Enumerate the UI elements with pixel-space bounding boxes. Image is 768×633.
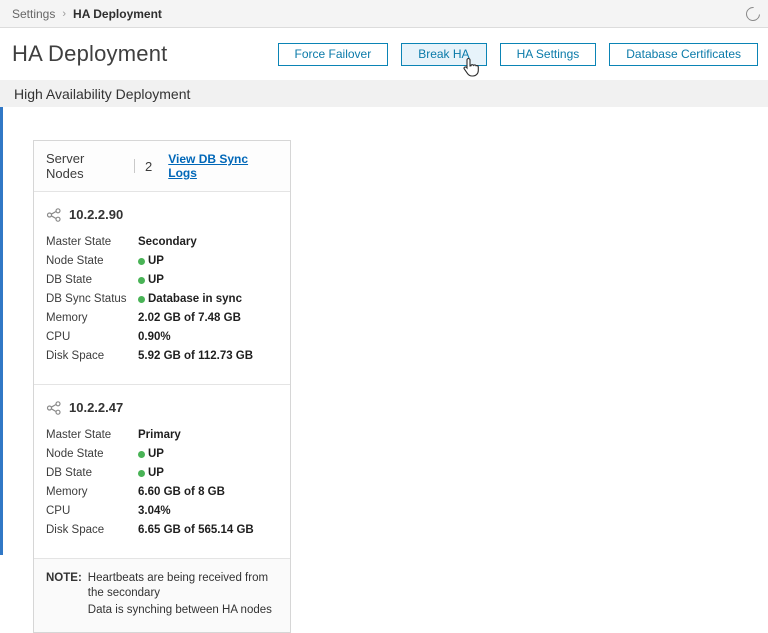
status-up-dot-icon (138, 276, 145, 284)
note-line: Data is synching between HA nodes (87, 604, 272, 616)
note-panel: NOTE: Heartbeats are being received from… (34, 558, 290, 632)
stat-row: Memory 2.02 GB of 7.48 GB (46, 311, 278, 325)
stat-label: DB State (46, 274, 93, 286)
card-header: Server Nodes 2 View DB Sync Logs (34, 141, 290, 192)
stat-row: Master State Secondary (46, 235, 278, 249)
force-failover-button[interactable]: Force Failover (277, 42, 389, 66)
stat-label: Memory (46, 486, 88, 498)
stat-value: 6.60 GB of 8 GB (138, 486, 225, 498)
database-certificates-button[interactable]: Database Certificates (609, 42, 758, 66)
server-nodes-label: Server Nodes (46, 151, 85, 181)
note-label: NOTE: (46, 572, 82, 584)
status-sync-dot-icon (138, 295, 145, 303)
page-title: HA Deployment (12, 41, 168, 66)
node-header: 10.2.2.47 (46, 400, 278, 415)
stat-label: Disk Space (46, 350, 105, 362)
stat-value-text: UP (148, 448, 164, 460)
stat-label: Master State (46, 236, 112, 248)
breadcrumb-bar: Settings › HA Deployment (0, 0, 768, 28)
stat-value: 0.90% (138, 331, 171, 343)
action-buttons: Force Failover Break HA HA Settings Data… (277, 42, 758, 66)
page-header: HA Deployment Force Failover Break HA HA… (0, 28, 768, 80)
stat-value: Database in sync (138, 292, 242, 306)
stat-value: 2.02 GB of 7.48 GB (138, 312, 241, 324)
breadcrumb-current: HA Deployment (73, 6, 162, 21)
cluster-node-icon (46, 400, 61, 415)
node-panel-primary: 10.2.2.47 Master State Primary Node Stat… (34, 384, 290, 558)
refresh-icon[interactable] (743, 3, 763, 24)
section-header: High Availability Deployment (0, 80, 768, 107)
stat-value: UP (138, 447, 164, 461)
stat-value: Primary (138, 429, 181, 441)
stat-row: CPU 3.04% (46, 504, 278, 518)
stat-value: Secondary (138, 236, 197, 248)
stat-row: Disk Space 5.92 GB of 112.73 GB (46, 349, 278, 363)
ha-nodes-card: Server Nodes 2 View DB Sync Logs 10.2.2.… (33, 140, 291, 633)
stat-value: 6.65 GB of 565.14 GB (138, 524, 254, 536)
note-line: Heartbeats are being received from the s… (87, 572, 269, 599)
stat-label: Master State (46, 429, 112, 441)
node-panel-secondary: 10.2.2.90 Master State Secondary Node St… (34, 192, 290, 384)
stat-value: 3.04% (138, 505, 171, 517)
status-up-dot-icon (138, 257, 145, 265)
stat-value-text: UP (148, 467, 164, 479)
stat-value-text: Database in sync (148, 293, 242, 305)
breadcrumb-settings[interactable]: Settings (12, 7, 55, 21)
stat-row: DB State UP (46, 273, 278, 287)
stat-value: 5.92 GB of 112.73 GB (138, 350, 254, 362)
stat-label: Disk Space (46, 524, 105, 536)
section-title: High Availability Deployment (14, 85, 191, 102)
server-nodes-count: 2 (145, 158, 153, 174)
stat-value-text: UP (148, 255, 164, 267)
break-ha-button[interactable]: Break HA (401, 42, 487, 66)
stat-value: UP (138, 466, 164, 480)
stat-row: Memory 6.60 GB of 8 GB (46, 485, 278, 499)
cluster-node-icon (46, 207, 61, 222)
stat-label: DB State (46, 467, 93, 479)
node-ip: 10.2.2.90 (69, 207, 124, 222)
stat-row: Node State UP (46, 254, 278, 268)
status-up-dot-icon (138, 450, 145, 458)
breadcrumb-separator-icon: › (62, 7, 67, 20)
content-area: Server Nodes 2 View DB Sync Logs 10.2.2.… (0, 107, 768, 633)
ha-settings-button[interactable]: HA Settings (499, 42, 597, 66)
note-text: Heartbeats are being received from the s… (88, 571, 278, 620)
stat-label: Node State (46, 255, 104, 267)
stat-value: UP (138, 254, 164, 268)
stat-label: Memory (46, 312, 88, 324)
stat-label: CPU (46, 505, 71, 517)
stat-row: Node State UP (46, 447, 278, 461)
stat-row: DB State UP (46, 466, 278, 480)
node-header: 10.2.2.90 (46, 207, 278, 222)
stat-label: CPU (46, 331, 71, 343)
view-db-sync-logs-link[interactable]: View DB Sync Logs (168, 152, 278, 180)
header-divider (134, 159, 136, 173)
stat-value-text: UP (148, 274, 164, 286)
stat-row: CPU 0.90% (46, 330, 278, 344)
breadcrumb: Settings › HA Deployment (12, 7, 162, 21)
stat-label: Node State (46, 448, 104, 460)
stat-value: UP (138, 273, 164, 287)
stat-label: DB Sync Status (46, 293, 127, 305)
node-ip: 10.2.2.47 (69, 400, 124, 415)
stat-row: Disk Space 6.65 GB of 565.14 GB (46, 523, 278, 537)
status-up-dot-icon (138, 469, 145, 477)
stat-row: DB Sync Status Database in sync (46, 292, 278, 306)
stat-row: Master State Primary (46, 428, 278, 442)
